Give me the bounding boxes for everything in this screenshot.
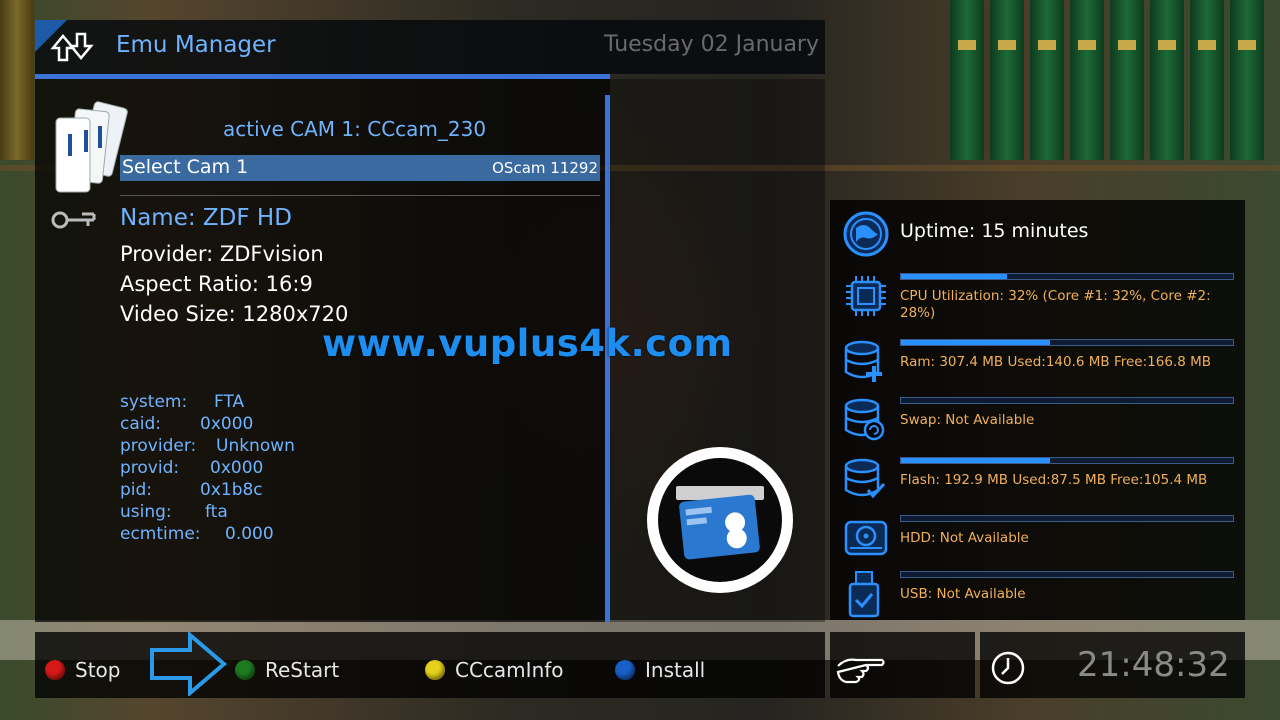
ecm-key: using: <box>120 502 172 522</box>
usage-bar-fill <box>901 458 1051 463</box>
hdd-icon <box>844 520 888 556</box>
system-row-text: Swap: Not Available <box>900 412 1035 428</box>
ecm-key: provid: <box>120 458 180 478</box>
up-down-arrows-icon <box>50 32 94 62</box>
clock-icon <box>991 651 1025 685</box>
ecm-key: system: <box>120 392 188 412</box>
card-reader-icon <box>647 447 793 593</box>
stop-button[interactable]: Stop <box>45 656 120 684</box>
separator <box>120 195 600 196</box>
cccaminfo-button[interactable]: CCcamInfo <box>425 656 564 684</box>
ecm-value: FTA <box>214 392 245 412</box>
page-title: Emu Manager <box>116 32 276 58</box>
restart-button[interactable]: ReStart <box>235 656 339 684</box>
key-icon <box>51 211 96 229</box>
ecm-value: Unknown <box>216 436 295 456</box>
usage-bar <box>900 457 1234 464</box>
usage-bar <box>900 515 1234 522</box>
usb-stick-icon <box>848 571 880 618</box>
date-display: Tuesday 02 January <box>604 32 819 57</box>
channel-provider: Provider: ZDFvision <box>120 242 324 266</box>
select-cam-label: Select Cam 1 <box>122 156 249 178</box>
blue-dot-icon <box>615 660 635 680</box>
red-dot-icon <box>45 660 65 680</box>
ecm-row: system: FTA <box>120 392 244 412</box>
ecm-row: caid: 0x000 <box>120 414 253 434</box>
usage-bar <box>900 571 1234 578</box>
watermark-text: www.vuplus4k.com <box>322 322 733 365</box>
system-row-text: CPU Utilization: 32% (Core #1: 32%, Core… <box>900 288 1211 321</box>
system-row-text: USB: Not Available <box>900 586 1026 602</box>
aspect-ratio: Aspect Ratio: 16:9 <box>120 272 313 296</box>
usage-bar-fill <box>901 274 1008 279</box>
ram-database-plus-icon <box>844 340 882 382</box>
install-label: Install <box>645 658 706 682</box>
clock-time: 21:48:32 <box>1077 645 1230 685</box>
bookshelf-right <box>940 0 1280 170</box>
system-info-panel: Uptime: 15 minutes CPU Utilization: 32% … <box>830 200 1245 620</box>
usage-bar <box>900 339 1234 346</box>
ecm-key: pid: <box>120 480 153 500</box>
ecm-key: ecmtime: <box>120 524 201 544</box>
bookshelf-left <box>0 0 40 170</box>
ecm-key: caid: <box>120 414 162 434</box>
cccaminfo-label: CCcamInfo <box>455 658 564 682</box>
ecm-key: provider: <box>120 436 197 456</box>
usage-bar-fill <box>901 340 1051 345</box>
ecm-row: ecmtime: 0.000 <box>120 524 274 544</box>
usage-bar <box>900 273 1234 280</box>
uptime-text: Uptime: 15 minutes <box>900 220 1089 242</box>
ecm-row: pid: 0x1b8c <box>120 480 263 500</box>
ecm-value: fta <box>205 502 228 522</box>
select-cam-row[interactable]: Select Cam 1 OScam 11292 <box>120 155 600 181</box>
green-dot-icon <box>235 660 255 680</box>
video-size: Video Size: 1280x720 <box>120 302 349 326</box>
channel-name: Name: ZDF HD <box>120 205 292 231</box>
globe-icon <box>843 211 889 257</box>
active-cam-label: active CAM 1: CCcam_230 <box>223 117 487 141</box>
pointing-hand-icon[interactable] <box>836 652 886 686</box>
install-button[interactable]: Install <box>615 656 705 684</box>
ecm-row: using: fta <box>120 502 228 522</box>
ecm-row: provider: Unknown <box>120 436 295 456</box>
cpu-chip-icon <box>846 276 886 316</box>
system-row-text: Flash: 192.9 MB Used:87.5 MB Free:105.4 … <box>900 472 1208 488</box>
ecm-value: 0x000 <box>200 414 254 434</box>
yellow-dot-icon <box>425 660 445 680</box>
restart-label: ReStart <box>265 658 340 682</box>
ecm-value: 0.000 <box>225 524 274 544</box>
system-row-text: Ram: 307.4 MB Used:140.6 MB Free:166.8 M… <box>900 354 1212 370</box>
stop-label: Stop <box>75 658 121 682</box>
ecm-row: provid: 0x000 <box>120 458 263 478</box>
system-row-text: HDD: Not Available <box>900 530 1029 546</box>
swap-database-icon <box>844 398 885 441</box>
ecm-value: 0x000 <box>210 458 264 478</box>
pointer-arrow-icon <box>150 632 228 696</box>
ecm-value: 0x1b8c <box>200 480 263 500</box>
usage-bar <box>900 397 1234 404</box>
flash-database-check-icon <box>844 458 886 499</box>
title-bar: Emu Manager Tuesday 02 January <box>35 20 825 74</box>
select-cam-value: OScam 11292 <box>492 159 598 177</box>
